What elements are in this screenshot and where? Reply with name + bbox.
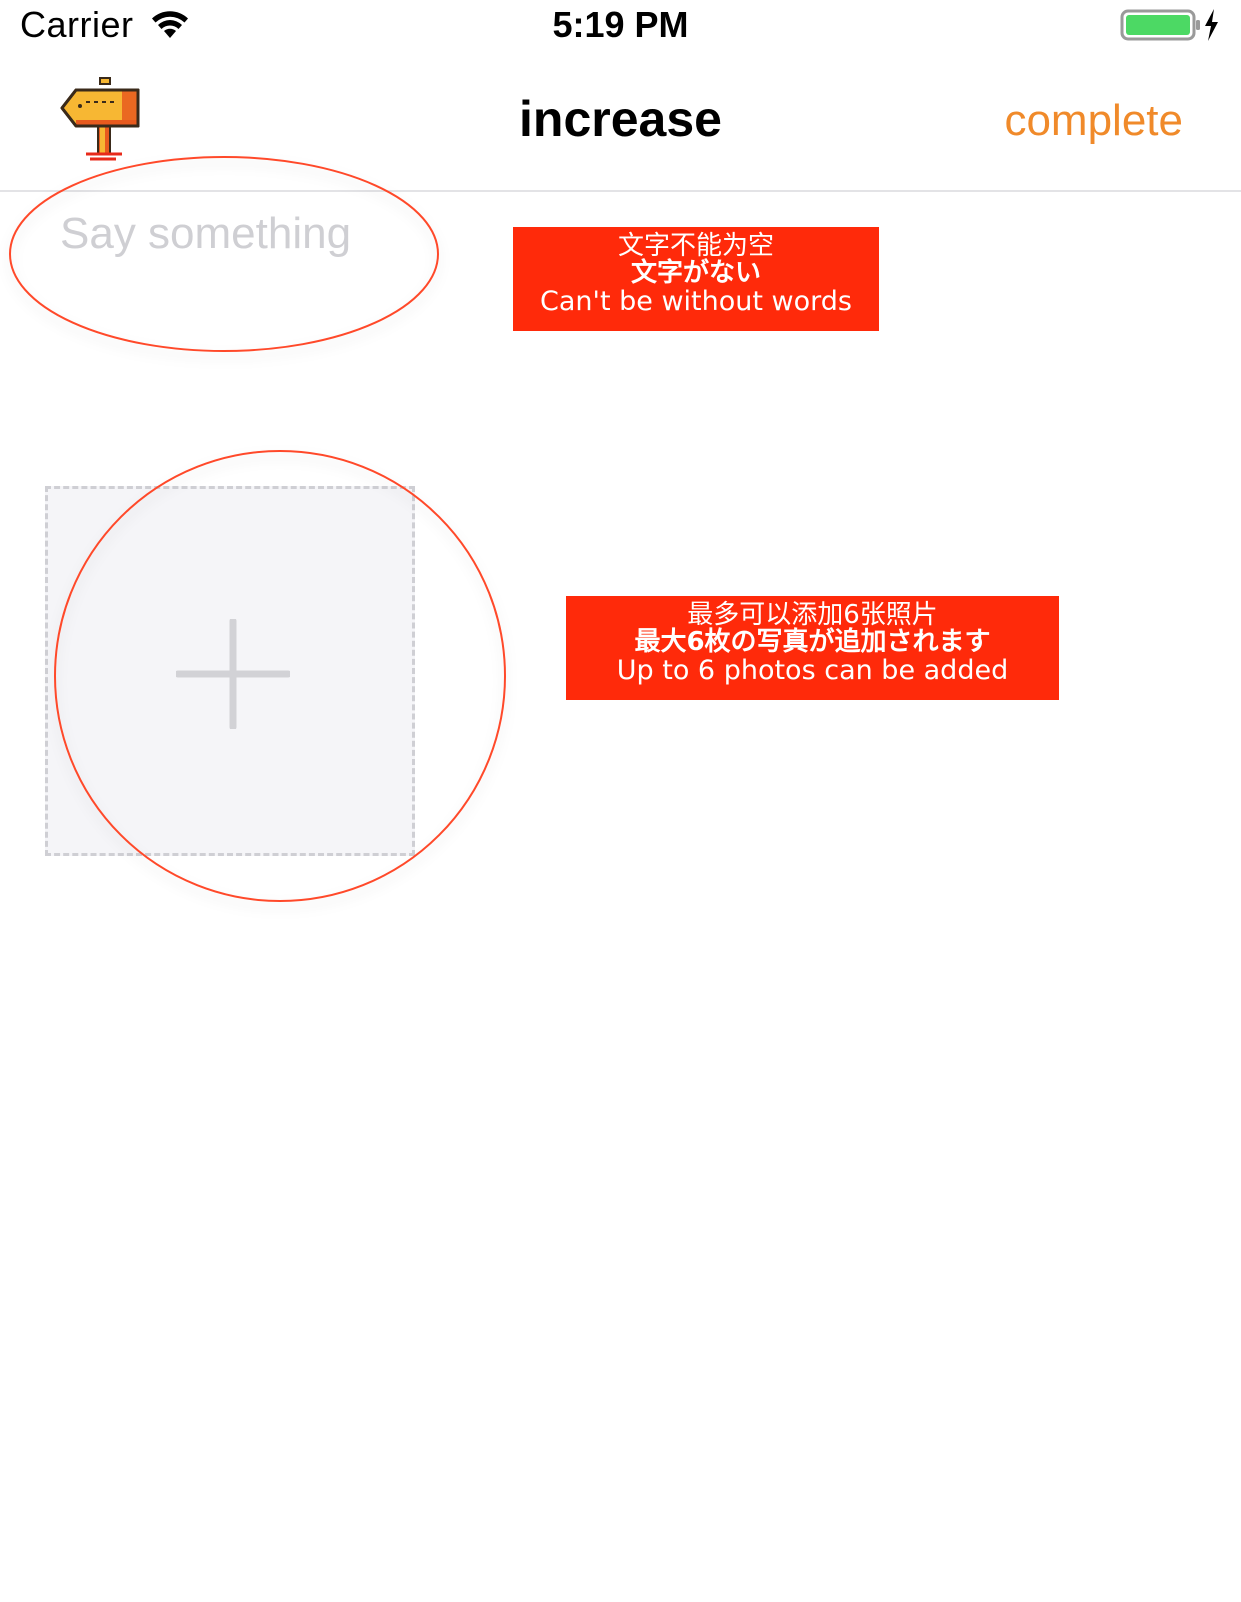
annotation-en: Can't be without words bbox=[540, 285, 852, 317]
status-bar: Carrier 5:19 PM bbox=[0, 0, 1241, 52]
annotation-en: Up to 6 photos can be added bbox=[616, 654, 1009, 686]
annotation-zh: 文字不能为空 bbox=[617, 231, 774, 261]
screen: Carrier 5:19 PM increase complete Say so… bbox=[0, 0, 1241, 1602]
plus-icon bbox=[176, 619, 290, 729]
add-photo-button[interactable] bbox=[45, 486, 415, 856]
nav-bar: increase complete bbox=[0, 60, 1241, 192]
battery-charging-icon bbox=[1120, 9, 1218, 41]
annotation-zh: 最多可以添加6张照片 bbox=[687, 600, 938, 630]
complete-button[interactable]: complete bbox=[1004, 96, 1183, 146]
annotation-text-required: 文字不能为空 文字がない Can't be without words bbox=[513, 227, 879, 331]
annotation-ja: 文字がない bbox=[630, 258, 761, 289]
annotation-photo-limit: 最多可以添加6张照片 最大6枚の写真が追加されます Up to 6 photos… bbox=[566, 596, 1059, 700]
status-time: 5:19 PM bbox=[552, 4, 689, 45]
annotation-ja: 最大6枚の写真が追加されます bbox=[634, 627, 991, 658]
